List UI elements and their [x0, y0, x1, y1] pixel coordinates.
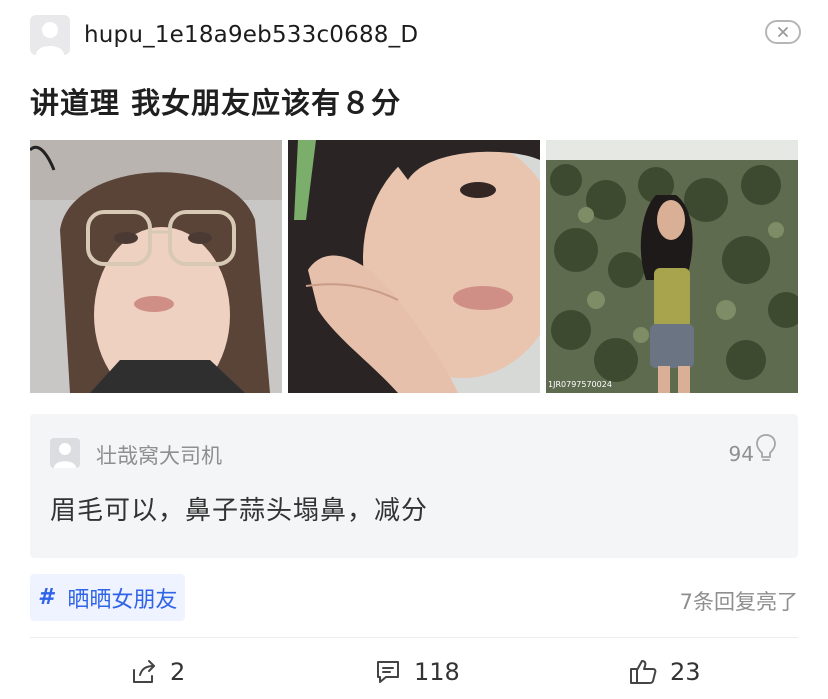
topic-tag[interactable]: # 晒晒女朋友: [30, 574, 186, 621]
light-bulb-icon[interactable]: [756, 434, 776, 468]
comment-count: 118: [414, 658, 460, 686]
photo-1[interactable]: [30, 140, 282, 393]
comment-button[interactable]: 118: [374, 655, 460, 689]
topic-label: 晒晒女朋友: [67, 587, 178, 613]
photo-2[interactable]: [288, 140, 540, 393]
close-icon: [778, 27, 788, 37]
photo-grid: 1JR0797570024: [30, 140, 798, 393]
topic-hash-icon: #: [38, 585, 54, 610]
post-title[interactable]: 讲道理 我女朋友应该有８分: [30, 80, 401, 122]
post-card: hupu_1e18a9eb533c0688_D 讲道理 我女朋友应该有８分 1J…: [0, 0, 828, 699]
commenter-username[interactable]: 壮哉窝大司机: [96, 440, 222, 470]
share-button[interactable]: 2: [130, 655, 185, 689]
author-username[interactable]: hupu_1e18a9eb533c0688_D: [84, 22, 418, 48]
share-count: 2: [170, 658, 186, 686]
comment-icon: [377, 661, 399, 683]
like-count: 23: [670, 658, 701, 686]
photo-watermark: 1JR0797570024: [548, 380, 612, 389]
reply-status[interactable]: 7条回复亮了: [680, 586, 798, 616]
light-count: 94: [728, 442, 754, 466]
divider: [30, 637, 798, 638]
comment-text: 眉毛可以，鼻子蒜头塌鼻，减分: [50, 496, 429, 526]
like-button[interactable]: 23: [628, 655, 701, 689]
user-avatar-icon[interactable]: [30, 15, 70, 55]
commenter-avatar-icon[interactable]: [50, 438, 80, 468]
close-button[interactable]: [765, 20, 801, 44]
top-comment-card[interactable]: 壮哉窝大司机 94 眉毛可以，鼻子蒜头塌鼻，减分: [30, 414, 798, 558]
photo-3[interactable]: 1JR0797570024: [546, 140, 798, 393]
thumbs-up-icon: [630, 660, 657, 684]
post-header: hupu_1e18a9eb533c0688_D: [30, 14, 801, 56]
share-icon: [133, 660, 155, 683]
